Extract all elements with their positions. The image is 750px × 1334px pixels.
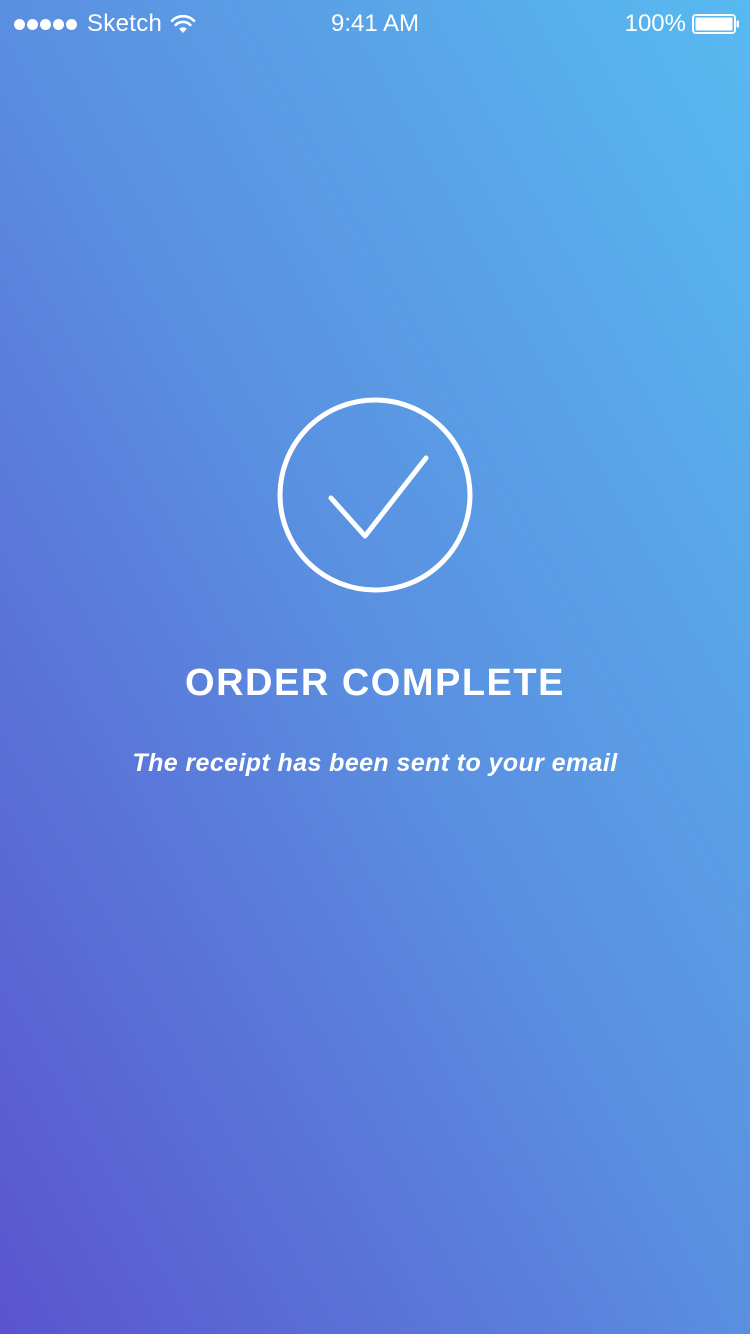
order-complete-screen: Sketch 9:41 AM 100% ORDER COMPLETE The r… bbox=[0, 0, 750, 1334]
battery-percent: 100% bbox=[624, 10, 686, 37]
battery-icon bbox=[692, 14, 739, 34]
checkmark-circle-icon bbox=[277, 397, 473, 593]
status-bar: Sketch 9:41 AM 100% bbox=[0, 0, 750, 48]
receipt-sent-message: The receipt has been sent to your email bbox=[132, 749, 618, 777]
status-right: 100% bbox=[625, 10, 740, 38]
order-complete-title: ORDER COMPLETE bbox=[185, 662, 565, 704]
